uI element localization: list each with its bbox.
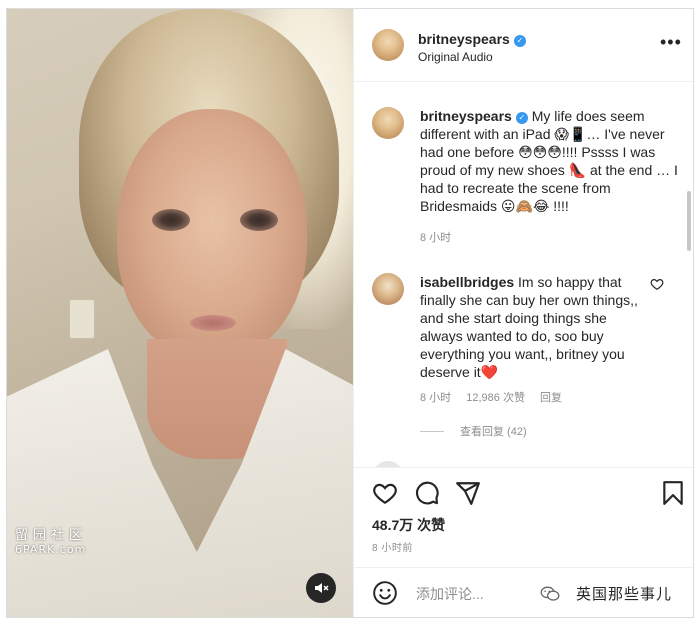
watermark-brand: 英国那些事儿 [576,586,673,603]
comment-reply-button[interactable]: 回复 [540,392,562,404]
view-replies-button[interactable]: 查看回复 (42) [420,423,527,439]
caption-time[interactable]: 8 小时 [420,229,451,245]
comment-icon[interactable] [414,480,440,506]
more-options-icon[interactable]: ••• [660,33,682,51]
wall-outlet [69,299,95,339]
comments-section: britneyspears ✓ My life does seem differe… [354,83,693,467]
comment-meta: 8 小时 12,986 次赞 回复 [420,389,574,405]
mouth [190,315,236,331]
watermark-line2: 6PARK.com [15,542,87,556]
watermark: 留园社区 6PARK.com [15,528,88,557]
comment-text-block: isabellbridges Im so happy that finally … [420,273,640,381]
right-eye [240,209,278,231]
commenter-username[interactable]: isabellbridges [420,274,514,290]
author-avatar[interactable] [372,29,404,61]
comment-input[interactable]: 添加评论... [416,584,484,604]
commenter-avatar[interactable] [372,273,404,305]
wechat-logo-icon [540,586,560,601]
post-window: 留园社区 6PARK.com britneyspears ✓ Original A… [6,8,694,618]
comment-time[interactable]: 8 小时 [420,392,451,404]
caption-username[interactable]: britneyspears [420,108,512,124]
comment-likes[interactable]: 12,986 次赞 [466,392,525,404]
emoji-icon[interactable] [372,580,398,606]
post-time[interactable]: 8 小时前 [372,539,413,554]
author-username-text[interactable]: britneyspears [418,31,510,47]
comments-scrollbar[interactable] [687,191,691,251]
add-comment-bar: 添加评论... 英国那些事儿 [354,567,693,617]
left-eye [152,209,190,231]
verified-badge-icon: ✓ [515,112,528,124]
post-header: britneyspears ✓ Original Audio ••• [354,9,693,82]
caption-text-block: britneyspears ✓ My life does seem differe… [420,107,680,215]
muted-speaker-icon [315,583,329,593]
post-sidebar: britneyspears ✓ Original Audio ••• britne… [353,9,693,617]
caption-avatar[interactable] [372,107,404,139]
comment-heart-emoji: ❤️ [480,364,499,380]
view-replies-label[interactable]: 查看回复 (42) [460,426,527,438]
post-actions: 48.7万 次赞 8 小时前 [354,467,693,567]
heart-icon[interactable] [372,480,398,506]
share-icon[interactable] [455,480,481,506]
watermark-line1: 留园社区 [15,528,88,543]
comment-like-heart-icon[interactable] [650,277,664,291]
mute-button[interactable] [306,573,336,603]
audio-label[interactable]: Original Audio [418,50,493,64]
verified-badge-icon: ✓ [513,35,526,47]
author-username[interactable]: britneyspears ✓ [418,31,526,47]
post-media-video[interactable]: 留园社区 6PARK.com [7,9,353,617]
bookmark-icon[interactable] [660,480,686,506]
replies-divider [420,431,444,432]
like-count[interactable]: 48.7万 次赞 [372,515,445,535]
